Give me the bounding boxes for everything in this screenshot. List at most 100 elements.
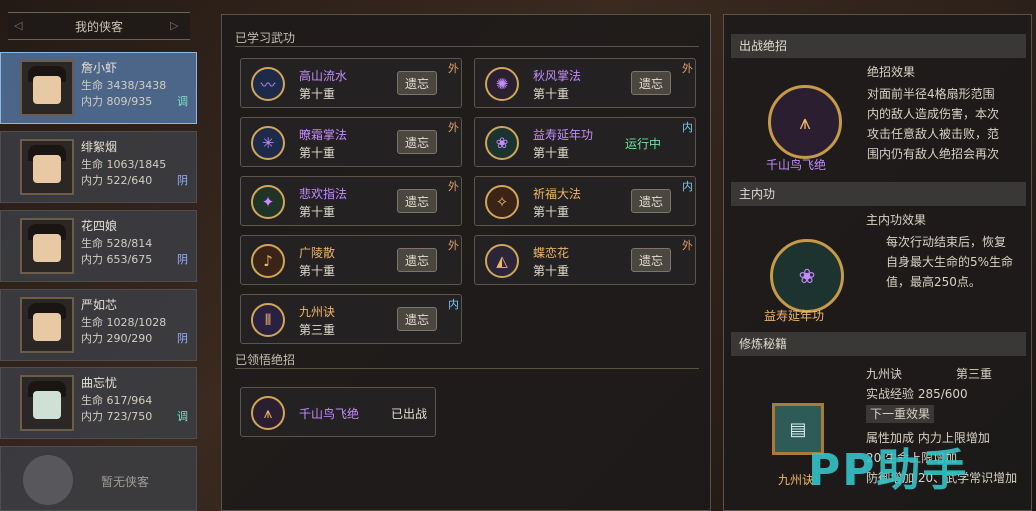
left-arrow-icon[interactable]: ◁ bbox=[14, 19, 28, 33]
skill-name: 益寿延年功 bbox=[533, 128, 594, 142]
skill-card[interactable]: ✦ 悲欢指法 第十重 遗忘 外 bbox=[240, 176, 462, 226]
avatar bbox=[20, 375, 74, 431]
lotus-icon: ❀ bbox=[485, 126, 519, 160]
member-attr: 阴 bbox=[177, 174, 188, 187]
out-effect-line: 攻击任意敌人被击败，范 bbox=[867, 127, 1000, 141]
skill-level: 第十重 bbox=[299, 87, 336, 101]
ultimate-name: 千山鸟飞绝 bbox=[299, 407, 360, 421]
party-member-card[interactable]: 曲忘忧 生命 617/964 内力 723/750 调 bbox=[0, 367, 197, 439]
member-attr: 阴 bbox=[177, 253, 188, 266]
out-ultimate-header: 出战绝招 bbox=[731, 34, 1026, 58]
bird-ultimate-icon: ⩚ bbox=[768, 85, 842, 159]
forget-button[interactable]: 遗忘 bbox=[631, 189, 671, 213]
out-effect-line: 围内仍有敌人绝招会再次 bbox=[867, 147, 1000, 161]
forget-button[interactable]: 遗忘 bbox=[631, 71, 671, 95]
forget-button[interactable]: 遗忘 bbox=[397, 130, 437, 154]
skill-name: 蝶恋花 bbox=[533, 246, 570, 260]
cultivation-header: 修炼秘籍 bbox=[731, 332, 1026, 356]
member-hp: 生命 1028/1028 bbox=[81, 316, 167, 329]
party-panel: ◁ 我的侠客 ▷ 詹小虾 生命 3438/3438 内力 809/935 调 绯… bbox=[0, 0, 200, 511]
forget-button[interactable]: 遗忘 bbox=[397, 71, 437, 95]
skill-card[interactable]: ◭ 蝶恋花 第十重 遗忘 外 bbox=[474, 235, 696, 285]
party-member-card[interactable]: 花四娘 生命 528/814 内力 653/675 阴 bbox=[0, 210, 197, 282]
ultimate-status: 已出战 bbox=[391, 407, 428, 421]
party-member-card[interactable]: 绯絮烟 生命 1063/1845 内力 522/640 阴 bbox=[0, 131, 197, 203]
skill-level: 第三重 bbox=[299, 323, 336, 337]
skill-level: 第十重 bbox=[299, 264, 336, 278]
skill-level: 第十重 bbox=[533, 87, 570, 101]
fan-icon: ◭ bbox=[485, 244, 519, 278]
skill-card[interactable]: ❀ 益寿延年功 第十重 运行中 内 bbox=[474, 117, 696, 167]
member-hp: 生命 1063/1845 bbox=[81, 158, 167, 171]
member-mp: 内力 290/290 bbox=[81, 332, 153, 345]
member-name: 詹小虾 bbox=[81, 61, 118, 75]
member-hp: 生命 528/814 bbox=[81, 237, 153, 250]
avatar bbox=[20, 60, 74, 116]
member-mp: 内力 522/640 bbox=[81, 174, 153, 187]
member-attr: 调 bbox=[177, 95, 188, 108]
flute-icon: 〰 bbox=[251, 67, 285, 101]
skill-name: 广陵散 bbox=[299, 246, 336, 260]
empty-member-label: 暂无侠客 bbox=[101, 475, 150, 489]
skill-type-tag: 内 bbox=[682, 121, 693, 134]
member-attr: 阴 bbox=[177, 332, 188, 345]
skill-level: 第十重 bbox=[299, 146, 336, 160]
skill-level: 第十重 bbox=[533, 264, 570, 278]
skill-name: 高山流水 bbox=[299, 69, 348, 83]
flame-palm-icon: ✺ bbox=[485, 67, 519, 101]
next-level-effect[interactable]: 下一重效果 bbox=[866, 405, 935, 423]
skill-card[interactable]: ✳ 暸霜掌法 第十重 遗忘 外 bbox=[240, 117, 462, 167]
book-exp: 实战经验 285/600 bbox=[866, 387, 968, 401]
forget-button[interactable]: 遗忘 bbox=[397, 189, 437, 213]
empty-member-slot: 暂无侠客 bbox=[0, 446, 197, 511]
skill-level: 第十重 bbox=[299, 205, 336, 219]
inner-skill-name: 益寿延年功 bbox=[764, 309, 825, 323]
party-member-card[interactable]: 詹小虾 生命 3438/3438 内力 809/935 调 bbox=[0, 52, 197, 124]
book-name: 九州诀 bbox=[866, 367, 903, 381]
skill-name: 暸霜掌法 bbox=[299, 128, 348, 142]
forget-button[interactable]: 遗忘 bbox=[397, 248, 437, 272]
ultimate-card[interactable]: ⩚ 千山鸟飞绝 已出战 bbox=[240, 387, 436, 437]
skill-type-tag: 外 bbox=[448, 239, 459, 252]
right-arrow-icon[interactable]: ▷ bbox=[170, 19, 184, 33]
skill-card[interactable]: ⦀ 九州诀 第三重 遗忘 内 bbox=[240, 294, 462, 344]
watermark-logo: PP助手 bbox=[808, 445, 969, 496]
skill-card[interactable]: ♪ 广陵散 第十重 遗忘 外 bbox=[240, 235, 462, 285]
forget-button[interactable]: 遗忘 bbox=[397, 307, 437, 331]
skill-type-tag: 内 bbox=[682, 180, 693, 193]
member-attr: 调 bbox=[177, 410, 188, 423]
member-name: 曲忘忧 bbox=[81, 376, 118, 390]
member-mp: 内力 723/750 bbox=[81, 410, 153, 423]
forget-button[interactable]: 遗忘 bbox=[631, 248, 671, 272]
skill-type-tag: 内 bbox=[448, 298, 459, 311]
inner-effect-line: 每次行动结束后，恢复 bbox=[886, 235, 1007, 249]
member-hp: 生命 3438/3438 bbox=[81, 79, 167, 92]
skill-type-tag: 外 bbox=[448, 62, 459, 75]
skill-type-tag: 外 bbox=[682, 62, 693, 75]
party-header-title: 我的侠客 bbox=[74, 19, 123, 34]
finger-icon: ✦ bbox=[251, 185, 285, 219]
running-status: 运行中 bbox=[625, 137, 662, 151]
skill-level: 第十重 bbox=[533, 205, 570, 219]
out-ultimate-name: 千山鸟飞绝 bbox=[766, 158, 827, 172]
pillar-icon: ⦀ bbox=[251, 303, 285, 337]
skill-level: 第十重 bbox=[533, 146, 570, 160]
silhouette-icon bbox=[23, 455, 73, 505]
bird-ultimate-icon: ⩚ bbox=[251, 396, 285, 430]
party-member-card[interactable]: 严如芯 生命 1028/1028 内力 290/290 阴 bbox=[0, 289, 197, 361]
member-mp: 内力 653/675 bbox=[81, 253, 153, 266]
avatar bbox=[20, 297, 74, 353]
skill-card[interactable]: ✺ 秋风掌法 第十重 遗忘 外 bbox=[474, 58, 696, 108]
skills-panel: 已学习武功 〰 高山流水 第十重 遗忘 外 ✺ 秋风掌法 第十重 遗忘 外 ✳ … bbox=[221, 14, 711, 511]
member-name: 严如芯 bbox=[81, 298, 118, 312]
learned-skills-title: 已学习武功 bbox=[235, 31, 296, 45]
inner-skill-header: 主内功 bbox=[731, 182, 1026, 206]
skill-type-tag: 外 bbox=[448, 180, 459, 193]
skill-name: 九州诀 bbox=[299, 305, 336, 319]
out-effect-line: 内的敌人造成伤害，本次 bbox=[867, 107, 1000, 121]
skill-name: 秋风掌法 bbox=[533, 69, 582, 83]
skill-type-tag: 外 bbox=[682, 239, 693, 252]
skill-card[interactable]: 〰 高山流水 第十重 遗忘 外 bbox=[240, 58, 462, 108]
skill-name: 悲欢指法 bbox=[299, 187, 348, 201]
skill-card[interactable]: ✧ 祈福大法 第十重 遗忘 内 bbox=[474, 176, 696, 226]
